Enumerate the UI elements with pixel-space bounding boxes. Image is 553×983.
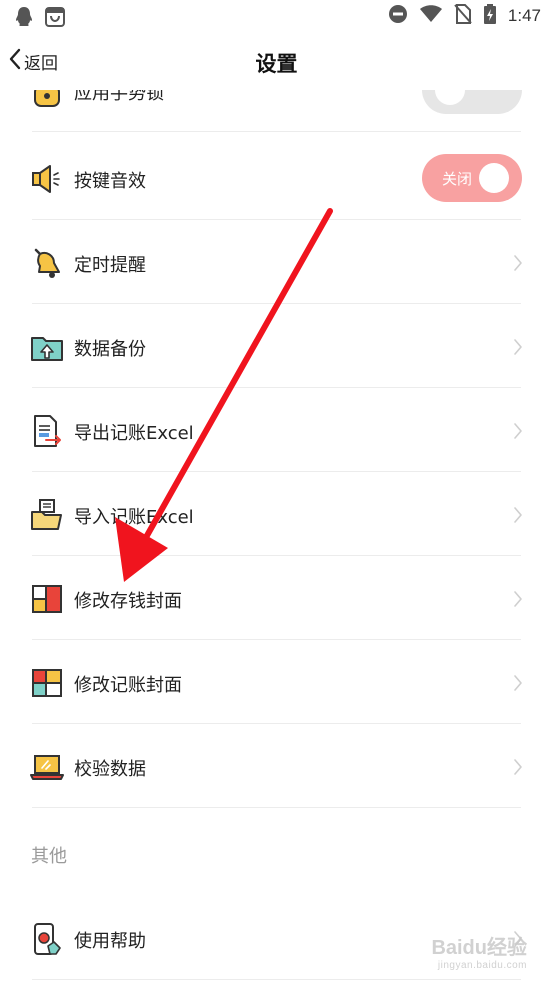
folder-upload-icon [30, 330, 64, 364]
setting-label: 应用手势锁 [74, 90, 164, 104]
setting-row-reminder[interactable]: 定时提醒 [0, 220, 553, 304]
setting-row-import-excel[interactable]: 导入记账Excel [0, 472, 553, 556]
setting-row-ledger-cover[interactable]: 修改记账封面 [0, 640, 553, 724]
setting-row-key-sound[interactable]: 按键音效 关闭 [0, 136, 553, 220]
watermark: Baidu经验 jingyan.baidu.com [431, 931, 527, 971]
chevron-right-icon [513, 338, 523, 360]
chevron-right-icon [513, 590, 523, 612]
export-document-icon [30, 414, 64, 448]
setting-label: 定时提醒 [74, 255, 146, 276]
setting-label: 按键音效 [74, 171, 146, 192]
divider [32, 807, 521, 808]
divider [32, 979, 521, 980]
toggle-knob [479, 163, 509, 193]
shopping-bag-icon [44, 6, 66, 32]
settings-list: 应用手势锁 按键音效 关闭 定时提醒 数据备份 导出记账Excel 导入记账Ex… [0, 90, 553, 983]
wifi-icon [419, 5, 442, 27]
setting-label: 导出记账Excel [74, 423, 194, 444]
chevron-right-icon [513, 758, 523, 780]
key-sound-toggle[interactable]: 关闭 [422, 154, 522, 202]
savings-cover-icon [30, 582, 64, 616]
ledger-cover-icon [30, 666, 64, 700]
watermark-text: Baidu经验 [431, 937, 527, 959]
speaker-icon [30, 162, 64, 196]
setting-row-savings-cover[interactable]: 修改存钱封面 [0, 556, 553, 640]
setting-row-verify-data[interactable]: 校验数据 [0, 724, 553, 808]
no-sim-icon [454, 4, 472, 28]
setting-label: 修改存钱封面 [74, 591, 182, 612]
phone-help-icon [30, 922, 64, 956]
do-not-disturb-icon [388, 4, 408, 28]
watermark-sub: jingyan.baidu.com [437, 960, 527, 971]
chevron-right-icon [513, 674, 523, 696]
bell-icon [30, 246, 64, 280]
gesture-lock-toggle[interactable] [422, 90, 522, 114]
divider [32, 131, 521, 132]
setting-label: 导入记账Excel [74, 507, 194, 528]
clock-time: 1:47 [507, 6, 541, 25]
import-folder-icon [30, 498, 64, 532]
setting-label: 校验数据 [74, 759, 146, 780]
chevron-right-icon [513, 506, 523, 528]
lock-icon [30, 90, 64, 108]
status-bar: 1:47 [0, 0, 553, 34]
laptop-icon [30, 750, 64, 784]
setting-row-export-excel[interactable]: 导出记账Excel [0, 388, 553, 472]
setting-label: 数据备份 [74, 339, 146, 360]
setting-row-backup[interactable]: 数据备份 [0, 304, 553, 388]
nav-bar: 返回 设置 [0, 34, 553, 90]
chevron-right-icon [513, 422, 523, 444]
setting-label: 使用帮助 [74, 931, 146, 952]
section-header-other: 其他 [31, 846, 67, 867]
toggle-state-label: 关闭 [442, 170, 473, 188]
page-title: 设置 [255, 52, 298, 76]
setting-row-gesture-lock[interactable]: 应用手势锁 [0, 90, 553, 132]
battery-charging-icon [483, 4, 496, 28]
qq-icon [14, 6, 34, 32]
setting-label: 修改记账封面 [74, 675, 182, 696]
toggle-knob [435, 90, 465, 105]
chevron-right-icon [513, 254, 523, 276]
